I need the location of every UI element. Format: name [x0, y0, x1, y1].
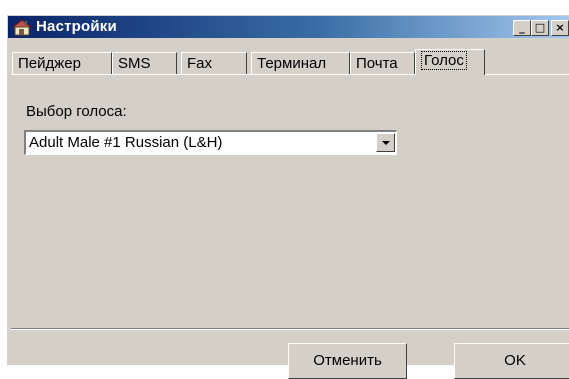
window-title: Настройки — [36, 18, 117, 35]
cancel-button[interactable]: Отменить — [288, 343, 407, 379]
ok-button[interactable]: OK — [454, 343, 569, 379]
tab-fax[interactable]: Fax — [181, 52, 247, 74]
tab-label: Терминал — [257, 55, 327, 72]
tab-label: Голос — [421, 51, 467, 70]
divider-highlight — [11, 329, 569, 330]
tab-sms[interactable]: SMS — [112, 52, 177, 74]
close-button[interactable]: × — [551, 20, 569, 36]
tab-label: Пейджер — [18, 55, 81, 72]
home-settings-icon — [11, 18, 33, 36]
title-bar[interactable]: Настройки _ □ × — [8, 16, 569, 38]
tab-strip: Пейджер SMS Fax Терминал Почта Голос — [11, 49, 569, 75]
tab-label: SMS — [118, 55, 151, 72]
tab-voice[interactable]: Голос — [415, 49, 485, 75]
maximize-button[interactable]: □ — [531, 20, 549, 36]
tab-mail[interactable]: Почта — [350, 52, 415, 74]
minimize-button[interactable]: _ — [513, 20, 531, 36]
tab-terminal[interactable]: Терминал — [251, 52, 350, 74]
tab-panel-border — [11, 74, 569, 75]
tab-label: Почта — [356, 55, 398, 72]
chevron-down-icon[interactable] — [376, 133, 395, 152]
tab-label: Fax — [187, 55, 213, 72]
voice-select[interactable]: Adult Male #1 Russian (L&H) — [24, 130, 397, 155]
tab-pager[interactable]: Пейджер — [12, 52, 112, 74]
voice-select-label: Выбор голоса: — [26, 103, 127, 120]
settings-window: Настройки _ □ × Пейджер SMS Fax Терминал… — [6, 14, 569, 379]
voice-select-value: Adult Male #1 Russian (L&H) — [29, 134, 223, 151]
